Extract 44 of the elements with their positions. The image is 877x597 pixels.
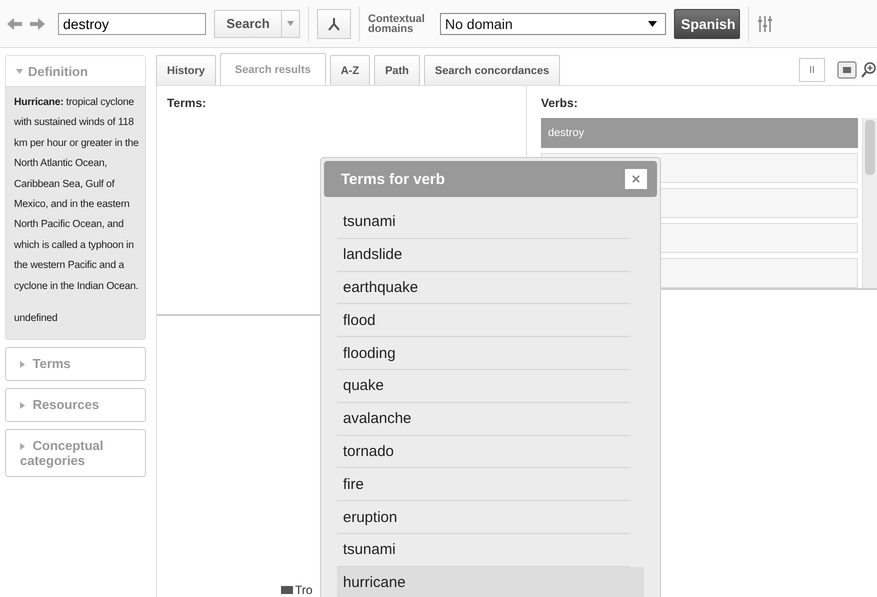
- dialog-title: Terms for verb: [341, 170, 445, 188]
- domains-label: Contextual domains: [368, 14, 426, 34]
- scrollbar[interactable]: [862, 118, 877, 288]
- tab[interactable]: Path: [374, 55, 420, 85]
- graph-button[interactable]: [317, 8, 351, 38]
- legend-swatch-icon: [281, 586, 293, 594]
- term-item[interactable]: tornado: [337, 436, 630, 468]
- term-item[interactable]: earthquake: [337, 272, 630, 304]
- fit-screen-icon[interactable]: [837, 61, 857, 79]
- caret-right-icon: [20, 361, 25, 368]
- caret-right-icon: [20, 402, 25, 410]
- search-field[interactable]: destroy: [58, 12, 206, 34]
- tab[interactable]: Search concordances: [424, 55, 560, 85]
- pause-button[interactable]: II: [799, 58, 825, 82]
- caret-down-icon: [16, 68, 23, 74]
- term-item[interactable]: quake: [337, 370, 630, 403]
- dropdown-button[interactable]: [282, 10, 300, 38]
- branch-icon: [326, 16, 342, 32]
- caret-right-icon: [20, 443, 25, 450]
- legend-label: Tro: [295, 583, 313, 597]
- domain-select[interactable]: No domain: [440, 12, 666, 34]
- close-button[interactable]: ×: [625, 169, 647, 189]
- term-item[interactable]: eruption: [337, 501, 630, 534]
- definition-text: Hurricane: tropical cyclone with sustained winds of 118 km per hour or greater in the North Atlantic Ocean, Caribbean Sea, Gulf of Mexico, and in the eastern North Pacific Ocean, and which is called a typhoon in the western Pacific and a cyclone in the Indian Ocean.: [14, 96, 140, 294]
- search-button[interactable]: Search: [214, 10, 282, 38]
- definition-note: undefined: [14, 312, 58, 326]
- verbs-heading: Verbs:: [541, 96, 579, 110]
- tab[interactable]: History: [156, 55, 216, 85]
- back-forward-arrows-icon[interactable]: [6, 16, 46, 32]
- term-item[interactable]: avalanche: [337, 402, 630, 436]
- caret-icon: [287, 21, 294, 26]
- term-item[interactable]: fire: [337, 468, 630, 502]
- terms-heading: Terms:: [167, 96, 208, 110]
- tab[interactable]: A-Z: [330, 55, 370, 85]
- scrollbar-thumb[interactable]: [865, 120, 875, 175]
- term-item[interactable]: landslide: [337, 238, 630, 272]
- sliders-icon[interactable]: [757, 14, 773, 32]
- term-item[interactable]: flood: [337, 304, 630, 338]
- zoom-in-icon[interactable]: [861, 61, 877, 79]
- language-button[interactable]: Spanish: [674, 8, 740, 38]
- term-item[interactable]: tsunami: [337, 206, 630, 239]
- term-item[interactable]: hurricane: [337, 566, 644, 597]
- term-item[interactable]: flooding: [337, 337, 630, 370]
- caret-icon: [648, 20, 657, 26]
